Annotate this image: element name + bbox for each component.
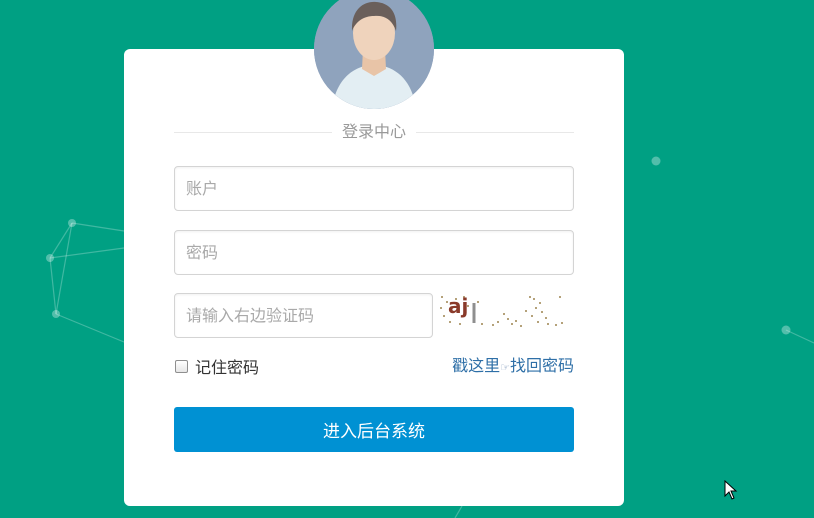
divider-right [416,132,574,133]
password-input[interactable] [174,230,574,275]
login-submit-button[interactable]: 进入后台系统 [174,407,574,452]
captcha-text: aj [448,294,468,318]
forgot-suffix: 找回密码 [509,356,574,375]
remember-label: 记住密码 [195,358,260,377]
remember-checkbox[interactable] [175,359,188,373]
account-input[interactable] [174,166,574,211]
captcha-input[interactable] [174,293,433,338]
mouse-pointer-icon [724,480,738,500]
login-card: 登录中心 aj 记住密码 戳这里☞找回密 [124,49,624,506]
remember-password[interactable]: 记住密码 [174,355,259,377]
hand-pointer-icon: ☞ [500,361,510,374]
forgot-prefix: 戳这里 [452,356,501,375]
captcha-image[interactable]: aj [437,293,567,333]
login-title-row: 登录中心 [174,122,574,142]
forgot-password-link[interactable]: 戳这里☞找回密码 [452,355,574,377]
